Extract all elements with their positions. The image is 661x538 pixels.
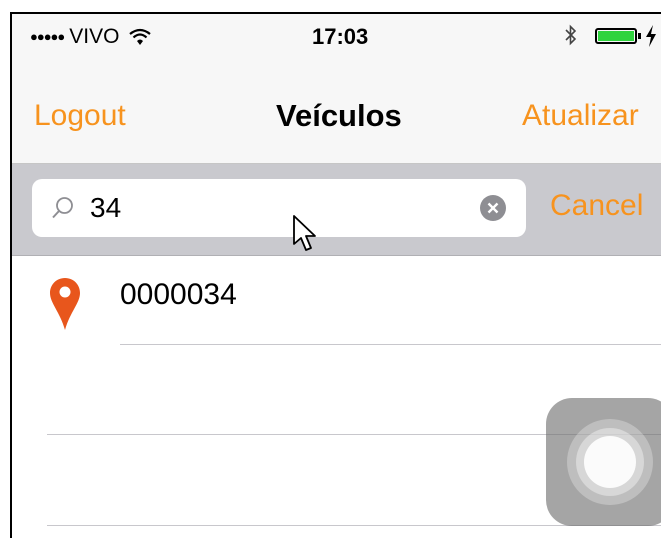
charging-icon: [646, 25, 656, 47]
navigation-bar: Logout Veículos Atualizar: [12, 62, 661, 164]
refresh-button[interactable]: Atualizar: [522, 99, 639, 133]
logout-button[interactable]: Logout: [34, 99, 126, 133]
status-time: 17:03: [312, 24, 369, 49]
search-icon: [52, 197, 73, 219]
mouse-cursor-icon: [293, 215, 316, 251]
battery-tip: [638, 33, 641, 39]
cancel-button[interactable]: Cancel: [550, 189, 643, 223]
carrier-name: VIVO: [69, 25, 120, 48]
wifi-icon: [129, 28, 152, 45]
search-input[interactable]: [90, 189, 470, 227]
map-pin-icon: [50, 278, 80, 330]
list-item[interactable]: 0000034: [12, 256, 661, 346]
bluetooth-icon: [565, 24, 577, 46]
carrier-info: ●●●●● VIVO: [30, 25, 152, 49]
row-separator: [120, 344, 661, 345]
phone-screen: ●●●●● VIVO 17:03 Logout Veículos Atualiz…: [10, 12, 661, 538]
signal-strength: ●●●●●: [30, 28, 65, 44]
assistive-ring-inner: [584, 436, 636, 488]
page-title: Veículos: [276, 98, 402, 133]
clear-icon[interactable]: [480, 195, 506, 221]
search-bar: Cancel: [12, 164, 661, 256]
list-item-label: 0000034: [120, 278, 237, 311]
status-bar: ●●●●● VIVO 17:03: [12, 14, 661, 62]
assistive-touch-button[interactable]: [546, 398, 661, 526]
search-field[interactable]: [32, 179, 526, 237]
battery-icon: [595, 28, 637, 44]
